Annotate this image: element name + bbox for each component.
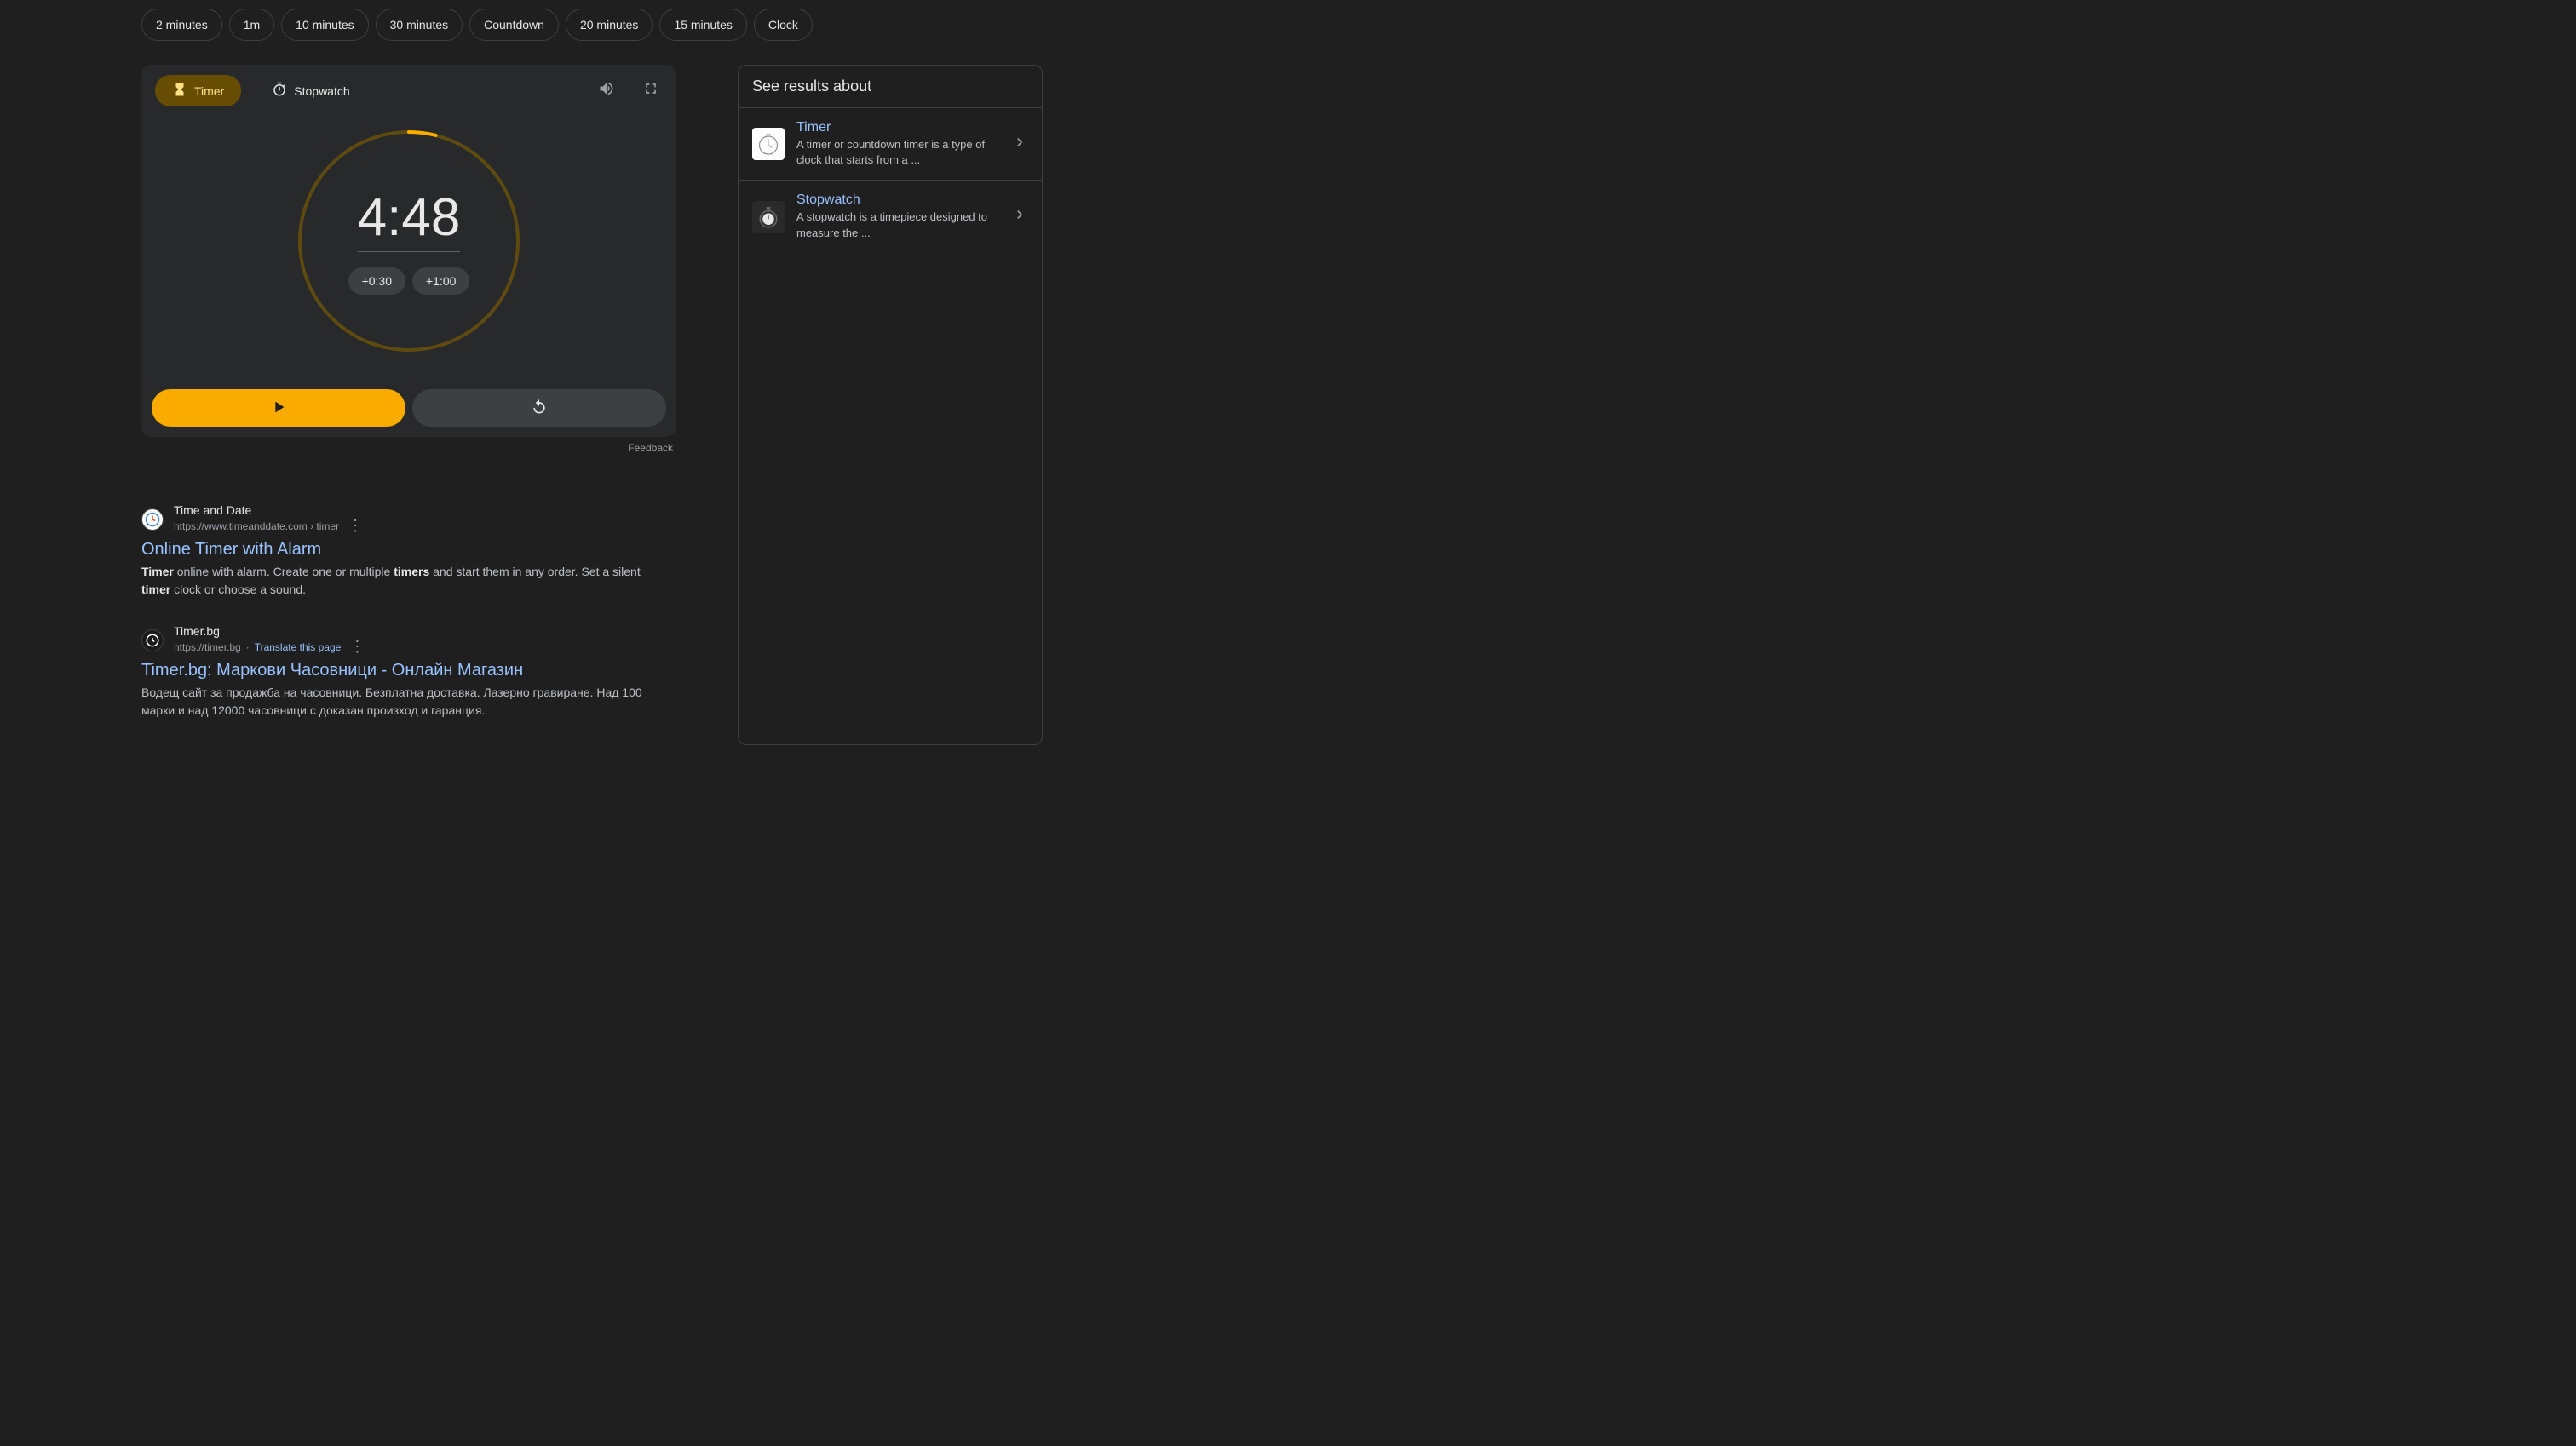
result-more-icon[interactable]: ⋮ [349, 638, 365, 656]
result-title-link[interactable]: Timer.bg: Маркови Часовници - Онлайн Маг… [141, 661, 670, 680]
result-snippet: Водещ сайт за продажба на часовници. Без… [141, 684, 670, 720]
source-url: https://timer.bg [174, 641, 241, 653]
favicon-timeanddate [141, 508, 164, 531]
timer-progress-ring: 4:48 +0:30 +1:00 [295, 127, 523, 355]
kp-item-stopwatch[interactable]: Stopwatch A stopwatch is a timepiece des… [739, 181, 1042, 252]
chip-10-minutes[interactable]: 10 minutes [281, 9, 368, 41]
chip-2-minutes[interactable]: 2 minutes [141, 9, 222, 41]
timer-image-icon [752, 128, 785, 160]
chip-countdown[interactable]: Countdown [469, 9, 559, 41]
source-name: Timer.bg [174, 624, 365, 638]
feedback-link[interactable]: Feedback [628, 442, 673, 454]
source-url: https://www.timeanddate.com › timer [174, 520, 339, 532]
add-1-minute-button[interactable]: +1:00 [412, 267, 469, 295]
tab-timer[interactable]: Timer [155, 75, 241, 106]
tab-stopwatch[interactable]: Stopwatch [255, 75, 366, 106]
result-snippet: Timer online with alarm. Create one or m… [141, 563, 670, 599]
chevron-right-icon [1011, 134, 1028, 155]
knowledge-panel-title: See results about [739, 66, 1042, 108]
add-30-seconds-button[interactable]: +0:30 [348, 267, 405, 295]
search-result: Timer.bg https://timer.bg · Translate th… [141, 624, 670, 720]
kp-link-title: Timer [796, 120, 999, 135]
stopwatch-image-icon [752, 201, 785, 233]
result-more-icon[interactable]: ⋮ [348, 517, 363, 535]
chip-1m[interactable]: 1m [229, 9, 274, 41]
source-name: Time and Date [174, 503, 363, 517]
kp-item-timer[interactable]: Timer A timer or countdown timer is a ty… [739, 108, 1042, 181]
fullscreen-button[interactable] [635, 76, 666, 106]
tab-timer-label: Timer [194, 84, 224, 98]
knowledge-panel: See results about Timer A timer or count… [738, 65, 1043, 745]
reset-button[interactable] [412, 389, 666, 427]
result-title-link[interactable]: Online Timer with Alarm [141, 540, 670, 559]
mute-button[interactable] [591, 76, 622, 106]
play-button[interactable] [152, 389, 405, 427]
chip-20-minutes[interactable]: 20 minutes [566, 9, 653, 41]
volume-icon [598, 80, 615, 101]
chip-15-minutes[interactable]: 15 minutes [659, 9, 746, 41]
play-icon [269, 398, 288, 419]
tab-stopwatch-label: Stopwatch [294, 84, 349, 98]
chevron-right-icon [1011, 206, 1028, 227]
kp-desc: A stopwatch is a timepiece designed to m… [796, 209, 999, 240]
search-result: Time and Date https://www.timeanddate.co… [141, 503, 670, 599]
kp-desc: A timer or countdown timer is a type of … [796, 137, 999, 168]
kp-link-title: Stopwatch [796, 192, 999, 208]
translate-link[interactable]: Translate this page [255, 641, 342, 653]
timer-time-display[interactable]: 4:48 [358, 187, 461, 252]
reset-icon [531, 399, 548, 418]
fullscreen-icon [642, 80, 659, 101]
timer-widget: Timer Stopwatch [141, 65, 676, 437]
chip-clock[interactable]: Clock [754, 9, 813, 41]
chip-30-minutes[interactable]: 30 minutes [376, 9, 463, 41]
hourglass-icon [172, 82, 187, 100]
related-chips-row: 2 minutes 1m 10 minutes 30 minutes Count… [141, 9, 2576, 41]
clock-icon [272, 82, 287, 100]
favicon-timerbg [141, 629, 164, 651]
